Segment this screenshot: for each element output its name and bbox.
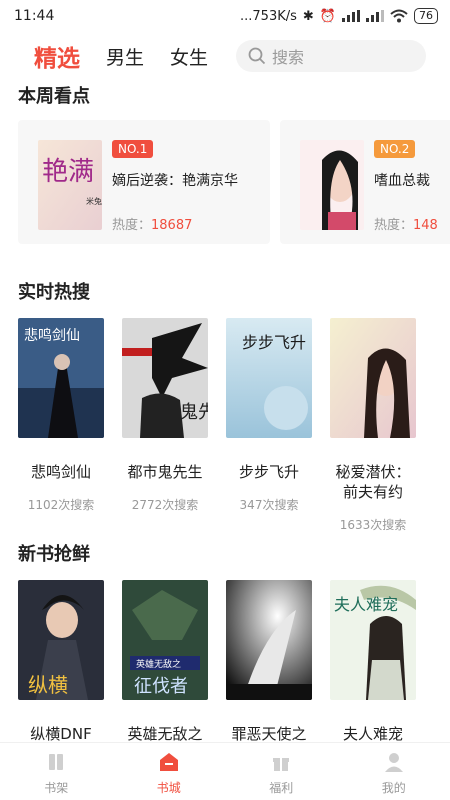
book-title: 嗜血总裁 [374, 173, 430, 189]
book-title: 夫人难宠 [342, 725, 403, 743]
book-cover [226, 580, 312, 700]
bottom-nav: 书架 书城 福利 我的 [0, 742, 450, 800]
battery-icon: 76 [414, 8, 438, 24]
book-title: 悲鸣剑仙 [30, 463, 91, 481]
section-title-hot: 实时热搜 [18, 282, 90, 303]
cover-title: 鬼先 [180, 402, 208, 423]
nav-label: 书架 [44, 781, 69, 795]
status-bar: 11:44 ...753K/s ✱ ⏰ 76 [0, 0, 450, 32]
book-cover [300, 140, 364, 230]
profile-icon [384, 753, 403, 772]
search-count: 1102次搜索 [27, 498, 95, 512]
book-item[interactable]: 英雄无敌之 征伐者 英雄无敌之征伐者 [122, 580, 208, 764]
bluetooth-icon: ✱ [302, 8, 314, 24]
book-title: 秘爱潜伏：前夫有约 [335, 463, 411, 501]
rank-badge: NO.1 [112, 140, 154, 158]
network-speed: ...753K/s [240, 8, 297, 24]
book-title: 嫡后逆袭：艳满京华 [112, 173, 238, 189]
nav-profile[interactable]: 我的 [338, 743, 450, 800]
heat-value: 148 [413, 218, 438, 233]
book-item[interactable]: 步步飞升 步步飞升 347次搜索 [226, 318, 312, 513]
book-cover: 英雄无敌之 征伐者 [122, 580, 208, 700]
search-count: 1633次搜索 [339, 518, 407, 532]
section-title-new: 新书抢鲜 [18, 544, 90, 565]
book-item[interactable]: 秘爱潜伏：前夫有约 1633次搜索 [330, 318, 416, 533]
book-item[interactable]: 夫人难宠 夫人难宠 [330, 580, 416, 744]
gift-icon [273, 758, 290, 771]
book-cover: 纵横 [18, 580, 104, 700]
wifi-icon [390, 9, 408, 23]
cover-author: 米兔 [86, 196, 102, 206]
heat-text: 热度：148 [374, 218, 438, 233]
hot-list: 悲鸣剑仙 悲鸣剑仙 1102次搜索 鬼先 都市鬼先生 2772次搜索 步步飞升 … [0, 318, 450, 532]
book-item[interactable]: 罪恶天使之罪恶之源 [226, 580, 312, 764]
cover-title: 夫人难宠 [334, 595, 398, 614]
nav-bookstore[interactable]: 书城 [113, 743, 226, 800]
book-title: 纵横DNF [30, 725, 92, 743]
nav-label: 书城 [156, 781, 181, 795]
book-cover: 鬼先 [122, 318, 216, 438]
heat-value: 18687 [151, 218, 193, 233]
cover-subtitle: 英雄无敌之 [136, 658, 181, 670]
cover-title: 纵横 [28, 673, 68, 697]
heat-text: 热度：18687 [112, 218, 193, 233]
book-cover: 艳满 米兔 [38, 140, 102, 230]
book-item[interactable]: 鬼先 都市鬼先生 2772次搜索 [122, 318, 216, 513]
signal-icon [342, 10, 360, 22]
weekly-card[interactable]: NO.2 嗜血总裁 热度：148 [280, 120, 450, 244]
book-cover: 悲鸣剑仙 [18, 318, 104, 438]
nav-label: 我的 [381, 781, 406, 795]
tab-featured[interactable]: 精选 [34, 39, 80, 73]
search-count: 2772次搜索 [131, 498, 199, 512]
alarm-icon: ⏰ [319, 8, 336, 24]
search-input[interactable]: 搜索 [236, 40, 427, 72]
search-placeholder: 搜索 [272, 48, 305, 67]
signal-icon-2 [366, 10, 384, 22]
cover-title: 悲鸣剑仙 [24, 327, 80, 344]
book-cover [330, 318, 416, 438]
nav-bookshelf[interactable]: 书架 [0, 743, 113, 800]
search-icon [248, 47, 266, 65]
book-item[interactable]: 纵横 纵横DNF [18, 580, 104, 744]
status-icons: ...753K/s ✱ ⏰ 76 [240, 8, 438, 24]
book-title: 步步飞升 [238, 463, 299, 481]
book-cover: 夫人难宠 [330, 580, 416, 700]
tab-female[interactable]: 女生 [170, 43, 208, 70]
cover-title: 步步飞升 [242, 333, 306, 352]
book-cover: 步步飞升 [226, 318, 312, 438]
cover-title: 征伐者 [134, 676, 188, 697]
book-item[interactable]: 悲鸣剑仙 悲鸣剑仙 1102次搜索 [18, 318, 104, 513]
bookstore-icon [159, 753, 178, 771]
status-time: 11:44 [14, 8, 55, 24]
tab-male[interactable]: 男生 [106, 43, 144, 70]
cover-title: 艳满 [42, 157, 94, 187]
section-title-weekly: 本周看点 [18, 86, 90, 107]
rank-badge: NO.2 [374, 140, 416, 158]
weekly-card[interactable]: 艳满 米兔 NO.1 嫡后逆袭：艳满京华 热度：18687 [18, 120, 270, 244]
book-title: 都市鬼先生 [127, 463, 203, 481]
nav-welfare[interactable]: 福利 [225, 743, 338, 800]
search-count: 347次搜索 [239, 498, 299, 512]
top-tabs: 精选 男生 女生 搜索 [0, 36, 450, 76]
bookshelf-icon [49, 754, 64, 770]
weekly-list: 艳满 米兔 NO.1 嫡后逆袭：艳满京华 热度：18687 NO.2 嗜血总裁 … [18, 120, 450, 244]
nav-label: 福利 [269, 781, 294, 795]
